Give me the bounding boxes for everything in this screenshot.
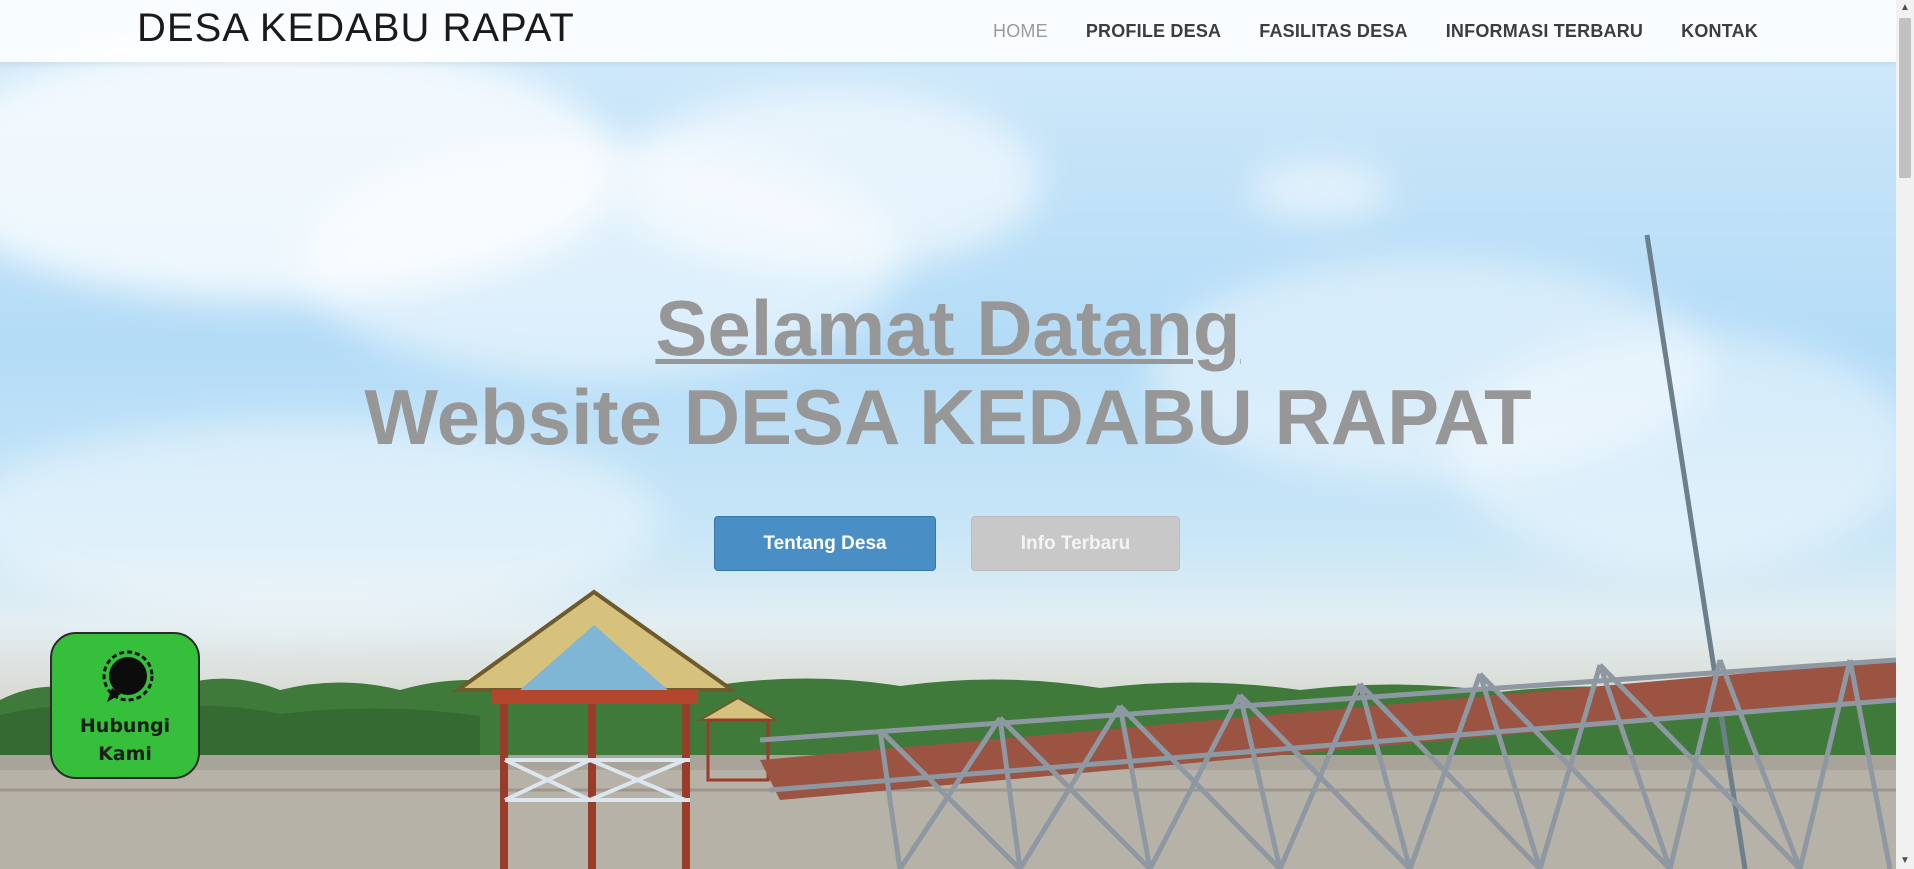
hero-title-line1: Selamat Datang — [0, 283, 1896, 373]
nav-home[interactable]: HOME — [993, 21, 1048, 42]
scroll-down-arrow-icon[interactable]: ▼ — [1896, 853, 1914, 869]
contact-label-line1: Hubungi — [79, 715, 171, 737]
scrollbar-thumb[interactable] — [1899, 18, 1911, 178]
info-terbaru-button[interactable]: Info Terbaru — [971, 516, 1180, 571]
tentang-desa-button[interactable]: Tentang Desa — [714, 516, 936, 571]
chat-bubble-icon — [102, 650, 154, 702]
main-nav: HOME PROFILE DESA FASILITAS DESA INFORMA… — [955, 0, 1758, 62]
contact-label-line2: Kami — [98, 743, 152, 765]
page-scrollbar[interactable]: ▲ ▼ — [1896, 0, 1914, 869]
nav-profile-desa[interactable]: PROFILE DESA — [1086, 21, 1221, 42]
nav-informasi-terbaru[interactable]: INFORMASI TERBARU — [1446, 21, 1643, 42]
contact-widget-button[interactable]: Hubungi Kami — [50, 632, 200, 779]
site-brand[interactable]: DESA KEDABU RAPAT — [137, 4, 575, 52]
nav-kontak[interactable]: KONTAK — [1681, 21, 1758, 42]
hero-title-line2: Website DESA KEDABU RAPAT — [364, 373, 1532, 461]
hero-welcome-text: Selamat Datang — [655, 284, 1241, 372]
top-navbar: DESA KEDABU RAPAT HOME PROFILE DESA FASI… — [0, 0, 1896, 62]
nav-fasilitas-desa[interactable]: FASILITAS DESA — [1259, 21, 1407, 42]
contact-widget-label: Hubungi Kami — [52, 712, 198, 768]
scroll-up-arrow-icon[interactable]: ▲ — [1896, 0, 1914, 16]
